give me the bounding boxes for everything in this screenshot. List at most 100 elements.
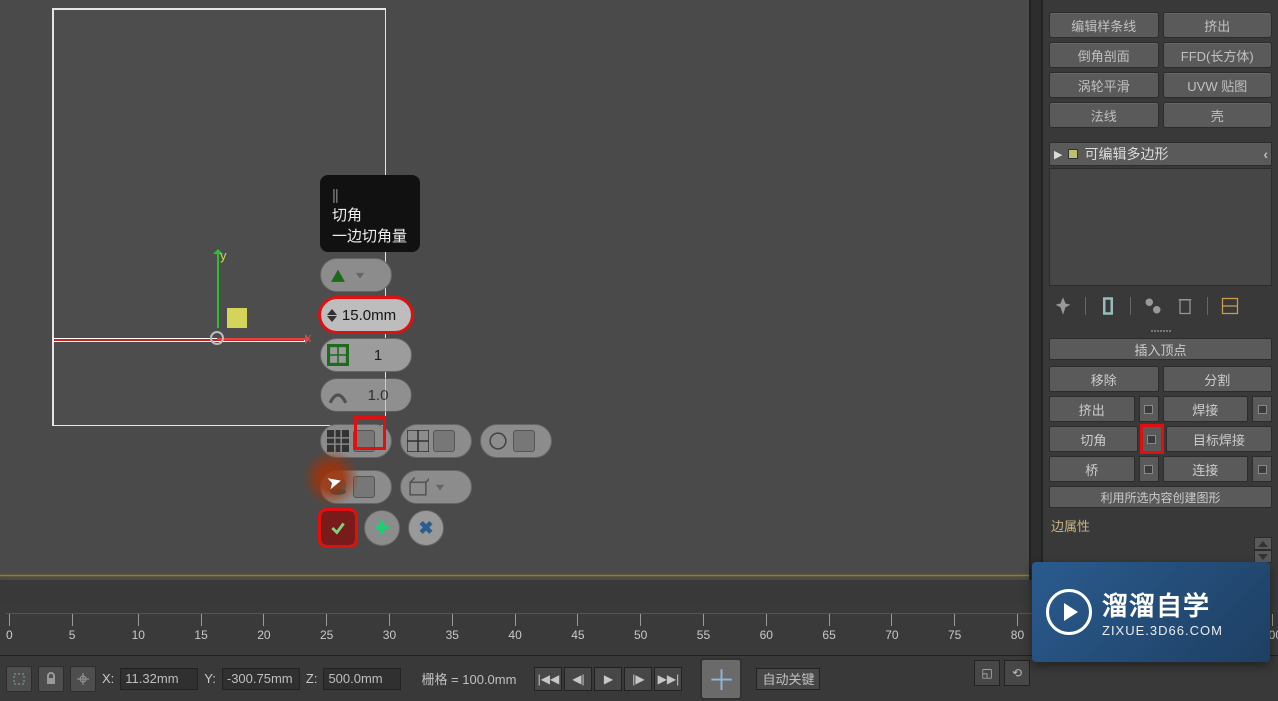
modifier-lamp-icon[interactable] <box>1068 149 1078 159</box>
chamfer-amount-input[interactable] <box>341 307 397 324</box>
modifier-quick-button[interactable]: 法线 <box>1049 102 1159 128</box>
axis-x[interactable] <box>217 338 309 340</box>
modifier-stack-item[interactable]: ▶ 可编辑多边形 ‹ <box>1049 142 1272 166</box>
weld-settings-button[interactable] <box>1252 396 1272 422</box>
chamfer-tension-spinner: 1.0 <box>320 378 412 412</box>
time-tick: 60 <box>760 614 773 642</box>
modifier-quick-button[interactable]: 涡轮平滑 <box>1049 72 1159 98</box>
modifier-quick-button[interactable]: UVW 贴图 <box>1163 72 1273 98</box>
x-label: X: <box>102 671 114 686</box>
viewport[interactable]: y x || 切角 一边切角量 <box>0 0 1030 580</box>
time-tick: 25 <box>320 614 333 642</box>
modifier-button-grid: 编辑样条线挤出倒角剖面FFD(长方体)涡轮平滑UVW 贴图法线壳 <box>1043 0 1278 134</box>
extrude-settings-button[interactable] <box>1139 396 1159 422</box>
edge-prop-spinner[interactable] <box>1254 537 1272 563</box>
chamfer-caddy: || 切角 一边切角量 1 <box>320 175 552 546</box>
chamfer-settings-button[interactable] <box>1142 426 1162 452</box>
goto-start-button[interactable]: |◀◀ <box>534 667 562 691</box>
modifier-quick-button[interactable]: FFD(长方体) <box>1163 42 1273 68</box>
viewport-scrollbar[interactable] <box>1030 0 1042 580</box>
rollout-grip[interactable] <box>1147 330 1175 334</box>
grid2-icon <box>407 430 429 452</box>
remove-modifier-icon[interactable] <box>1175 296 1195 316</box>
time-tick: 35 <box>446 614 459 642</box>
transform-type-in-icon[interactable] <box>70 666 96 692</box>
goto-end-button[interactable]: ▶▶| <box>654 667 682 691</box>
cancel-button[interactable]: ✖ <box>408 510 444 546</box>
chamfer-segments-spinner[interactable]: 1 <box>320 338 412 372</box>
transport-controls: |◀◀ ◀| ▶ |▶ ▶▶| <box>534 667 682 691</box>
z-coordinate-field[interactable]: 500.0mm <box>323 668 401 690</box>
remove-button[interactable]: 移除 <box>1049 366 1159 392</box>
option-seg-5[interactable] <box>400 470 472 504</box>
next-frame-button[interactable]: |▶ <box>624 667 652 691</box>
option-seg-1[interactable] <box>320 424 392 458</box>
xy-plane-handle[interactable] <box>227 308 247 328</box>
caddy-title-line2: 一边切角量 <box>332 225 407 246</box>
y-coordinate-field[interactable]: -300.75mm <box>222 668 300 690</box>
selection-bracket-icon[interactable] <box>6 666 32 692</box>
axis-x-label: x <box>305 330 312 345</box>
seg2-off-icon <box>433 430 455 452</box>
chamfer-type-pill[interactable] <box>320 258 392 292</box>
box-icon <box>407 476 429 498</box>
modifier-quick-button[interactable]: 壳 <box>1163 102 1273 128</box>
lock-icon[interactable] <box>38 666 64 692</box>
modifier-quick-button[interactable]: 倒角剖面 <box>1049 42 1159 68</box>
set-key-button[interactable]: ＋ <box>700 658 742 700</box>
expand-caret-icon[interactable]: ▶ <box>1054 148 1062 161</box>
connect-settings-button[interactable] <box>1252 456 1272 482</box>
modifier-quick-button[interactable]: 挤出 <box>1163 12 1273 38</box>
time-tick: 5 <box>69 614 76 642</box>
status-right-buttons: ◱ ⟲ <box>974 660 1030 686</box>
apply-and-continue-button[interactable]: ✚ <box>364 510 400 546</box>
watermark-text-cn: 溜溜自学 <box>1102 586 1223 623</box>
seg-off-icon <box>353 430 375 452</box>
time-tick: 30 <box>383 614 396 642</box>
split-button[interactable]: 分割 <box>1163 366 1273 392</box>
chevron-down-icon <box>433 480 447 494</box>
target-weld-button[interactable]: 目标焊接 <box>1166 426 1272 452</box>
cylinder-icon <box>327 476 349 498</box>
chamfer-type-icon <box>327 264 349 286</box>
seg3-off-icon <box>513 430 535 452</box>
time-tick: 45 <box>571 614 584 642</box>
auto-key-button[interactable]: 自动关键 <box>756 668 820 690</box>
modifier-quick-button[interactable]: 编辑样条线 <box>1049 12 1159 38</box>
time-tick: 65 <box>822 614 835 642</box>
pin-icon[interactable] <box>1053 296 1073 316</box>
caddy-title-line1: 切角 <box>332 204 407 225</box>
chamfer-button[interactable]: 切角 <box>1049 426 1138 452</box>
insert-vertex-button[interactable]: 插入顶点 <box>1049 338 1272 360</box>
extrude-button[interactable]: 挤出 <box>1049 396 1135 422</box>
bridge-settings-button[interactable] <box>1139 456 1159 482</box>
chevron-down-icon <box>353 268 367 282</box>
apply-ok-button[interactable] <box>320 510 356 546</box>
axis-y[interactable] <box>217 250 219 328</box>
configure-icon[interactable] <box>1220 296 1240 316</box>
viewport-nav-icon[interactable]: ⟲ <box>1004 660 1030 686</box>
option-seg-3[interactable] <box>480 424 552 458</box>
spinner-down-icon[interactable] <box>327 316 337 322</box>
x-coordinate-field[interactable]: 11.32mm <box>120 668 198 690</box>
make-unique-icon[interactable] <box>1143 296 1163 316</box>
connect-button[interactable]: 连接 <box>1163 456 1249 482</box>
maximize-viewport-icon[interactable]: ◱ <box>974 660 1000 686</box>
modifier-stack-label: 可编辑多边形 <box>1084 144 1168 164</box>
weld-button[interactable]: 焊接 <box>1163 396 1249 422</box>
bridge-button[interactable]: 桥 <box>1049 456 1135 482</box>
option-seg-2[interactable] <box>400 424 472 458</box>
drag-handle-icon[interactable]: || <box>332 187 340 204</box>
option-seg-4[interactable] <box>320 470 392 504</box>
chamfer-amount-spinner[interactable] <box>320 298 412 332</box>
gizmo-origin[interactable] <box>210 331 224 345</box>
spinner-up-icon[interactable] <box>327 309 337 315</box>
time-tick: 80 <box>1011 614 1024 642</box>
chevron-icon: ‹ <box>1263 146 1268 162</box>
show-end-result-icon[interactable] <box>1098 296 1118 316</box>
prev-frame-button[interactable]: ◀| <box>564 667 592 691</box>
modifier-stack-body[interactable] <box>1049 168 1272 286</box>
tension-icon <box>327 384 349 406</box>
create-shape-button[interactable]: 利用所选内容创建图形 <box>1049 486 1272 508</box>
play-button[interactable]: ▶ <box>594 667 622 691</box>
